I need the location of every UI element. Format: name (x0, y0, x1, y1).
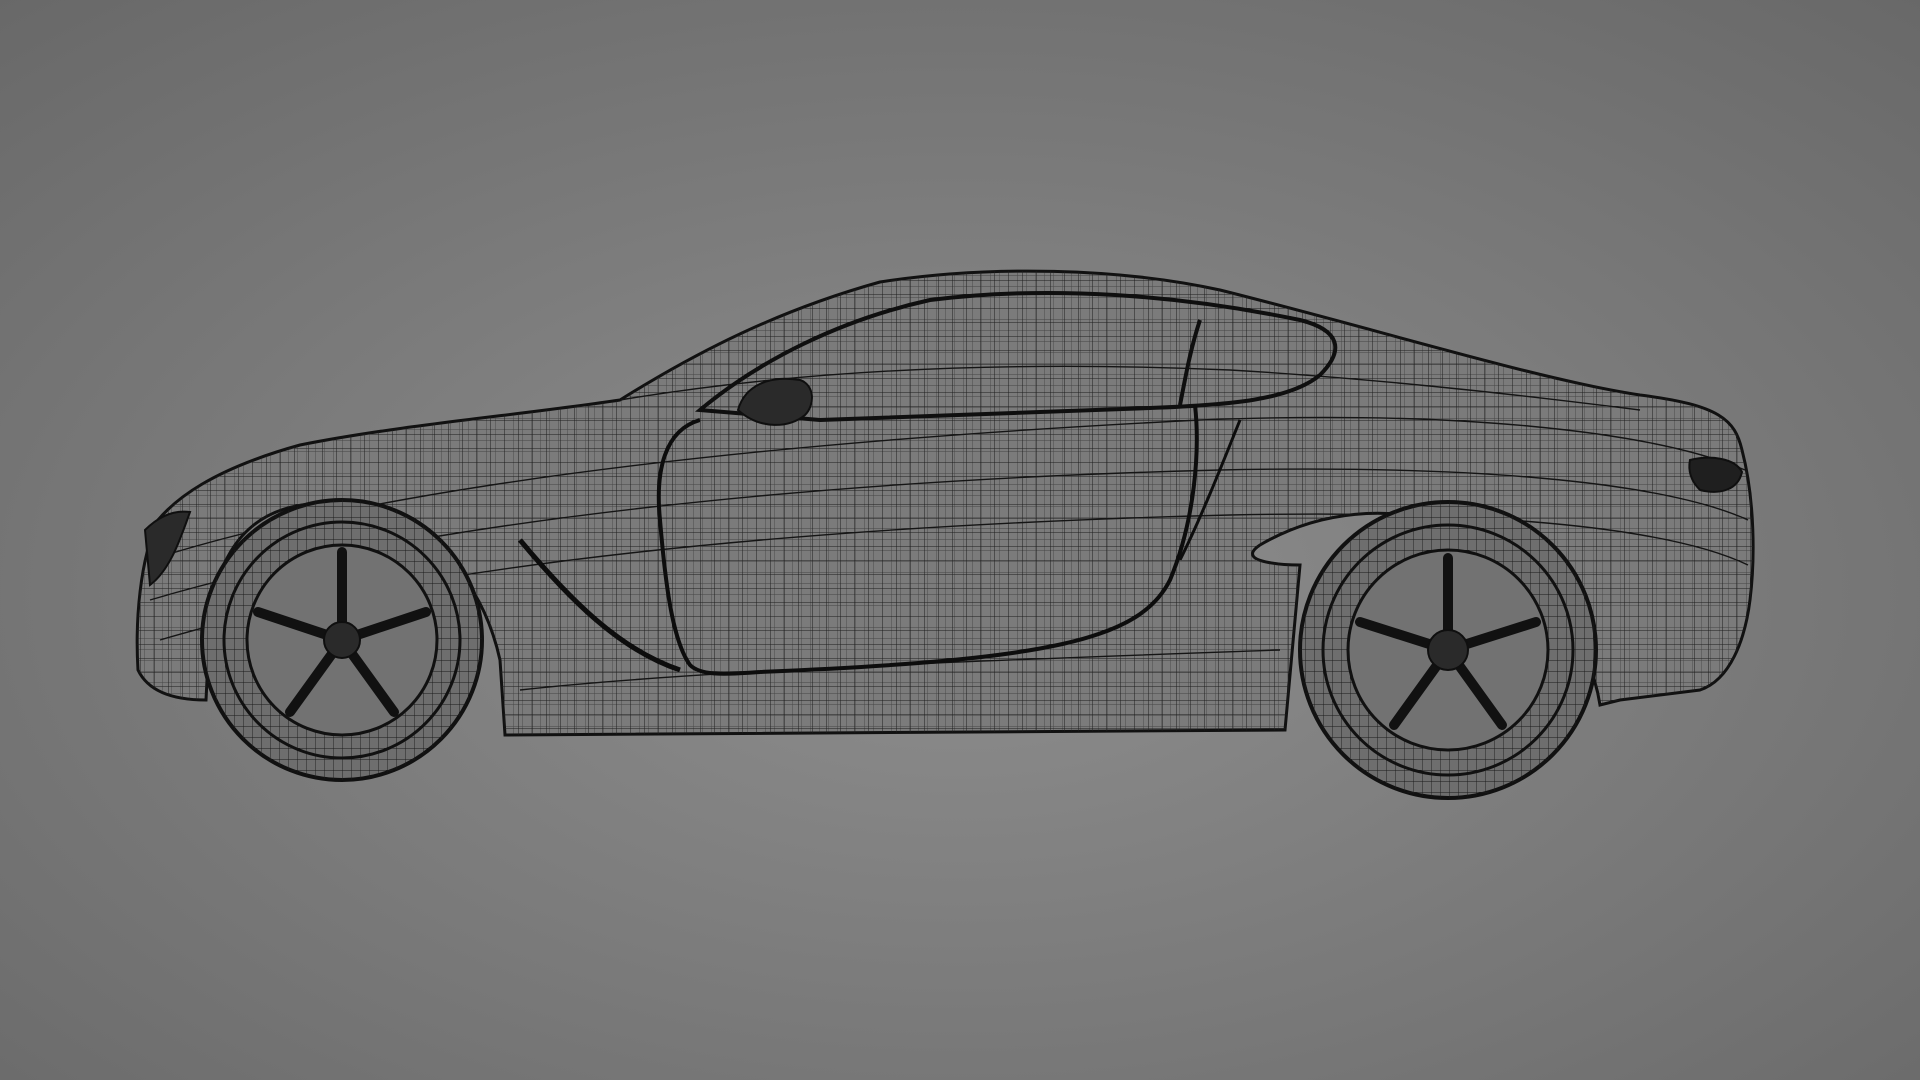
rear-wheel (1298, 500, 1598, 800)
taillight (1688, 456, 1744, 493)
wireframe-render (0, 0, 1920, 1080)
3d-viewport[interactable] (0, 0, 1920, 1080)
